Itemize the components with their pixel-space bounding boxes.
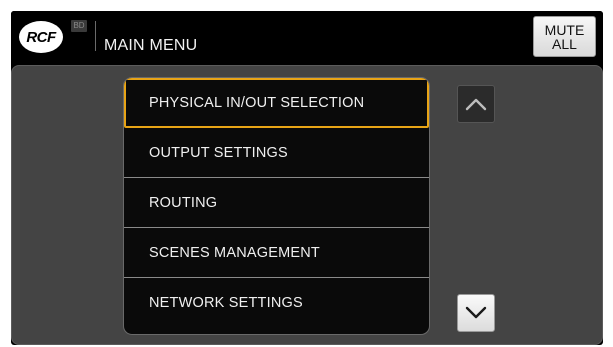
main-menu-list: PHYSICAL IN/OUT SELECTION OUTPUT SETTING…: [123, 77, 430, 335]
device-screen: RCF BD MAIN MENU MUTE ALL PHYSICAL IN/OU…: [11, 11, 603, 345]
logo-text: RCF: [26, 28, 56, 46]
mute-all-button[interactable]: MUTE ALL: [533, 16, 596, 57]
menu-item-output-settings[interactable]: OUTPUT SETTINGS: [124, 128, 429, 178]
mute-all-label-line2: ALL: [552, 35, 577, 52]
status-badge: BD: [71, 20, 87, 32]
menu-item-label: SCENES MANAGEMENT: [149, 244, 320, 261]
header-divider: [95, 21, 96, 51]
header-bar: RCF BD MAIN MENU MUTE ALL: [11, 11, 603, 63]
menu-item-scenes-management[interactable]: SCENES MANAGEMENT: [124, 228, 429, 278]
menu-item-routing[interactable]: ROUTING: [124, 178, 429, 228]
scroll-up-button[interactable]: [457, 85, 495, 123]
mute-all-label-line1: MUTE: [544, 21, 585, 38]
menu-item-physical-in-out-selection[interactable]: PHYSICAL IN/OUT SELECTION: [124, 78, 429, 128]
scroll-down-button[interactable]: [457, 294, 495, 332]
menu-item-label: ROUTING: [149, 194, 218, 211]
rcf-logo: RCF: [19, 21, 63, 53]
menu-item-label: NETWORK SETTINGS: [149, 295, 303, 311]
chevron-up-icon: [465, 98, 487, 111]
menu-item-label: OUTPUT SETTINGS: [149, 144, 288, 161]
page-title: MAIN MENU: [104, 37, 198, 54]
menu-item-label: PHYSICAL IN/OUT SELECTION: [149, 95, 365, 111]
chevron-down-icon: [465, 306, 487, 319]
menu-item-network-settings[interactable]: NETWORK SETTINGS: [124, 278, 429, 328]
